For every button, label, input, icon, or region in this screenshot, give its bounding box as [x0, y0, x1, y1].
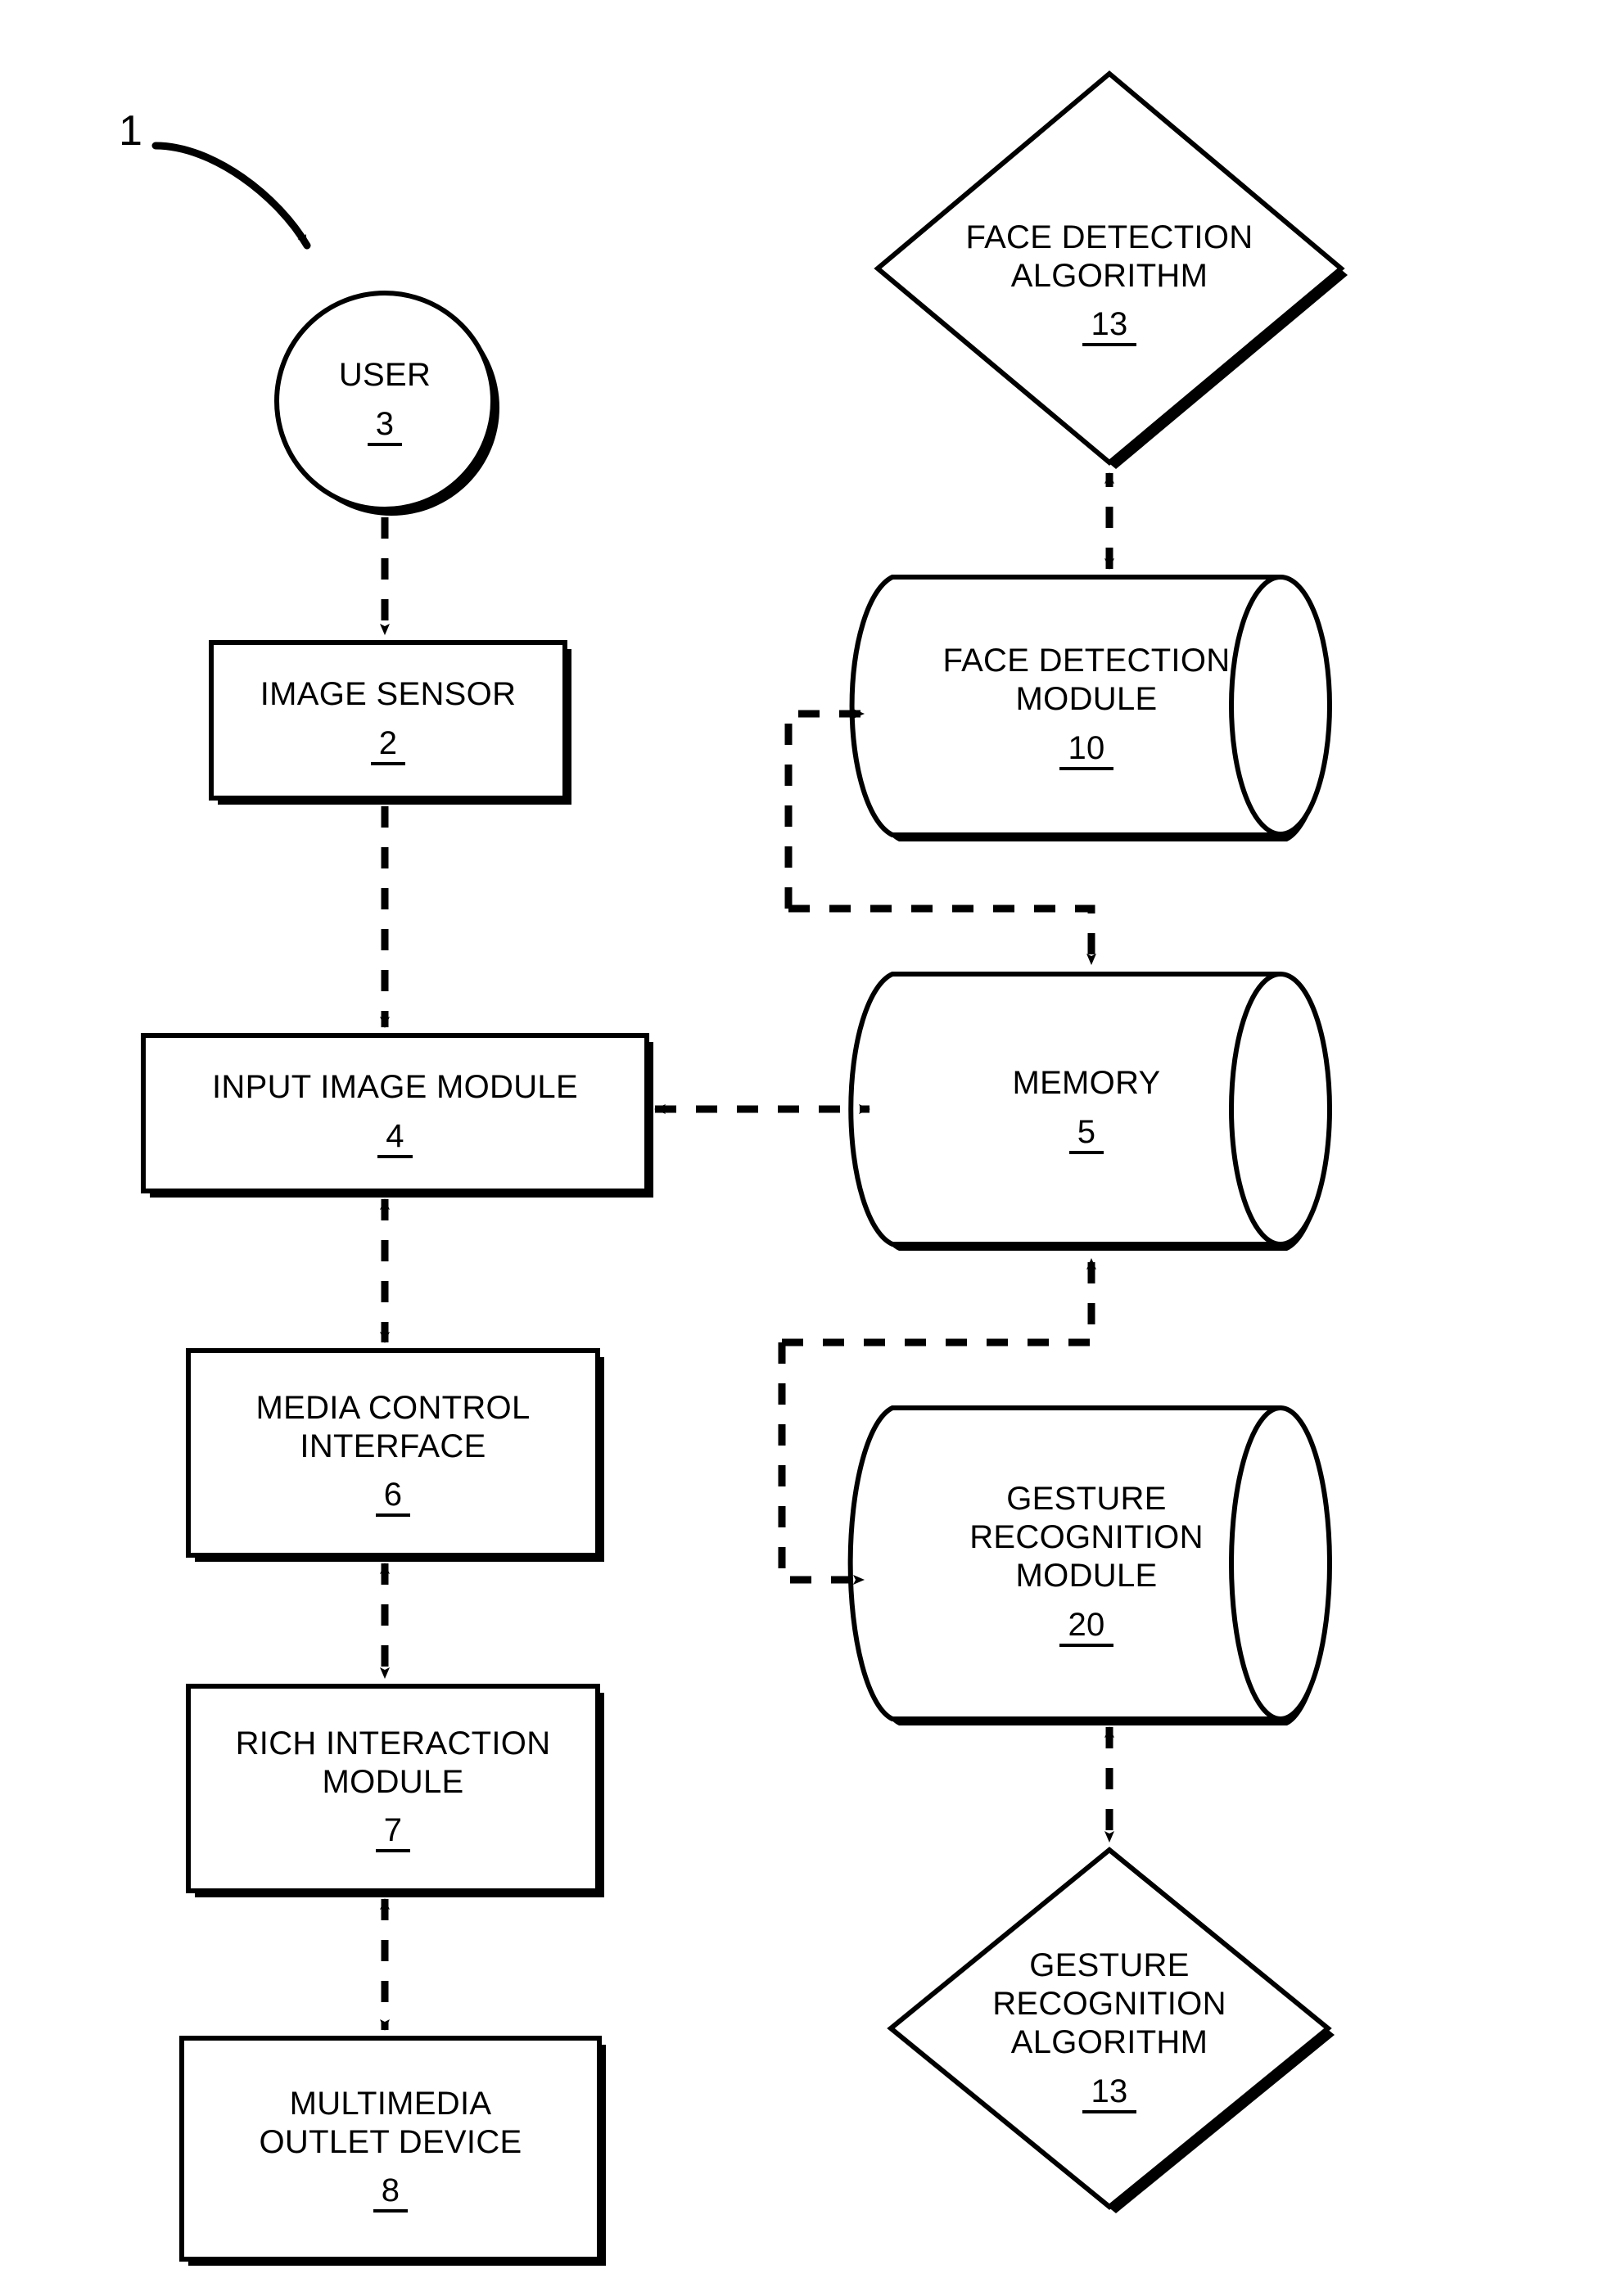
- user-circle: [274, 291, 495, 512]
- gesture-recognition-algorithm-diamond: [887, 1847, 1332, 2210]
- lead-line-arrow: [151, 142, 311, 250]
- connector-gesture-recognition-module-to-memory: [782, 1258, 1096, 1346]
- connector-face-detection-module-to-memory: [788, 904, 1096, 965]
- media-control-interface-box: [186, 1348, 600, 1558]
- face-detection-module-cylinder: [849, 575, 1332, 841]
- rich-interaction-module-box: [186, 1684, 600, 1893]
- figure-canvas: [141, 70, 1348, 2266]
- patent-figure: 1 USER 3 IMAGE SENSOR 2 INPUT IMAGE MODU…: [0, 0, 1599, 2296]
- face-detection-algorithm-diamond: [874, 70, 1345, 466]
- figure-reference-numeral: 1: [119, 107, 142, 155]
- gesture-recognition-module-cylinder: [847, 1405, 1332, 1725]
- memory-cylinder: [848, 972, 1332, 1251]
- image-sensor-box: [209, 640, 567, 801]
- input-image-module-box: [141, 1033, 649, 1193]
- multimedia-outlet-device-box: [179, 2036, 602, 2262]
